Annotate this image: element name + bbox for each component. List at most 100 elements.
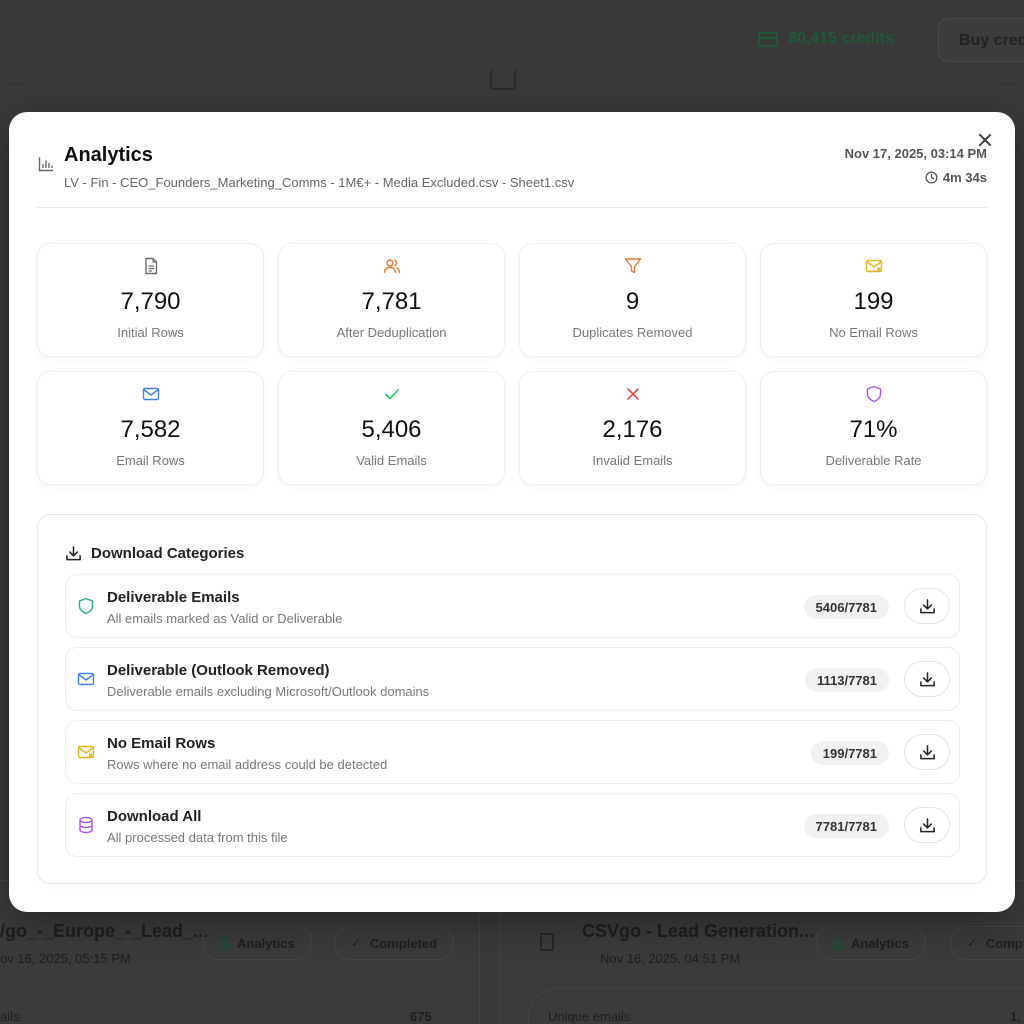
download-icon: [919, 598, 935, 613]
download-description: All emails marked as Valid or Deliverabl…: [107, 611, 343, 626]
download-description: Rows where no email address could be det…: [107, 757, 388, 772]
stat-value: 7,582: [120, 416, 181, 443]
job-card-right-status-badge: ✓ Compl: [950, 926, 1024, 960]
users-icon: [383, 259, 400, 274]
job-card-left-status-badge: ✓ Completed: [334, 926, 455, 960]
status-label: Completed: [369, 935, 438, 951]
job-card-left-date: ov 16, 2025, 05:15 PM: [0, 951, 131, 966]
download-categories-title: Download Categories: [91, 545, 245, 562]
analytics-label: Analytics: [851, 935, 909, 951]
analytics-label: Analytics: [237, 935, 295, 951]
status-label: Compl: [985, 935, 1024, 951]
clock-icon: [925, 171, 938, 184]
count-badge: 7781/7781: [803, 814, 889, 838]
job-card-left-stat-value: 675: [410, 1009, 432, 1024]
stat-label: Initial Rows: [117, 325, 184, 340]
stat-card-after-deduplication: 7,781 After Deduplication: [278, 243, 505, 357]
download-categories-panel: Download Categories Deliverable Emails A…: [37, 514, 987, 884]
download-title: Deliverable Emails: [107, 589, 240, 606]
stat-label: Deliverable Rate: [825, 453, 922, 468]
check-icon: ✓: [967, 935, 978, 950]
download-all-button[interactable]: [904, 807, 950, 843]
stats-grid: 7,790 Initial Rows 7,781 After Deduplica…: [37, 243, 987, 485]
file-name: LV - Fin - CEO_Founders_Marketing_Comms …: [64, 175, 575, 190]
filter-icon: [624, 258, 641, 274]
stat-value: 7,781: [361, 288, 422, 315]
download-description: All processed data from this file: [107, 830, 288, 845]
stat-label: Invalid Emails: [592, 453, 673, 468]
mail-x-icon: [865, 259, 882, 273]
job-card-right-stat-value: 1,: [1010, 1009, 1021, 1024]
file-icon: [540, 933, 554, 951]
stat-label: No Email Rows: [829, 325, 918, 340]
count-badge: 5406/7781: [803, 595, 889, 619]
modal-title: Analytics: [64, 144, 153, 166]
download-outlook-removed-button[interactable]: [904, 661, 950, 697]
x-icon: [626, 388, 639, 400]
stat-value: 199: [853, 288, 894, 315]
job-card-left-stat-label: ails:: [0, 1009, 24, 1024]
stat-card-deliverable-rate: 71% Deliverable Rate: [760, 371, 987, 485]
database-icon: [79, 816, 93, 834]
mail-x-icon: [77, 745, 95, 759]
mail-icon: [77, 672, 95, 686]
download-icon: [919, 744, 935, 759]
credit-card-icon: [758, 31, 778, 47]
download-title: Download All: [107, 808, 202, 825]
stat-card-no-email-rows: 199 No Email Rows: [760, 243, 987, 357]
stat-value: 7,790: [120, 288, 181, 315]
job-card-right-date: Nov 16, 2025, 04:51 PM: [600, 951, 741, 966]
processed-date: Nov 17, 2025, 03:14 PM: [844, 146, 987, 161]
stat-card-email-rows: 7,582 Email Rows: [37, 371, 264, 485]
bar-chart-icon: [38, 157, 53, 172]
stat-label: Duplicates Removed: [572, 325, 693, 340]
count-badge: 199/7781: [810, 741, 889, 765]
processing-duration: 4m 34s: [925, 170, 987, 185]
download-icon: [919, 817, 935, 832]
stat-card-valid-emails: 5,406 Valid Emails: [278, 371, 505, 485]
download-row-no-email: No Email Rows Rows where no email addres…: [65, 720, 960, 784]
analytics-modal: Analytics LV - Fin - CEO_Founders_Market…: [9, 112, 1015, 912]
download-description: Deliverable emails excluding Microsoft/O…: [107, 684, 430, 699]
shield-icon: [866, 385, 881, 403]
job-card-left-title: /go_-_Europe_-_Lead_...: [0, 921, 209, 941]
stat-card-initial-rows: 7,790 Initial Rows: [37, 243, 264, 357]
stat-label: After Deduplication: [336, 325, 447, 340]
job-card-right-analytics-button[interactable]: Analytics: [816, 926, 926, 960]
stat-value: 5,406: [361, 416, 422, 443]
download-deliverable-button[interactable]: [904, 588, 950, 624]
stat-value: 9: [625, 288, 640, 315]
duration-label: 4m 34s: [942, 170, 987, 185]
stat-value: 71%: [849, 416, 898, 443]
stat-label: Email Rows: [116, 453, 185, 468]
download-icon: [919, 671, 935, 686]
download-icon: [66, 546, 81, 561]
job-card-left-analytics-button[interactable]: Analytics: [202, 926, 312, 960]
download-row-all: Download All All processed data from thi…: [65, 793, 960, 857]
check-icon: [384, 389, 399, 400]
download-no-email-button[interactable]: [904, 734, 950, 770]
download-title: No Email Rows: [107, 735, 216, 752]
stat-card-duplicates-removed: 9 Duplicates Removed: [519, 243, 746, 357]
credits-indicator: 80,415 credits: [758, 30, 894, 48]
download-title: Deliverable (Outlook Removed): [107, 662, 330, 679]
stat-label: Valid Emails: [356, 453, 427, 468]
job-card-right-stat-label: Unique emails:: [548, 1009, 634, 1024]
credits-label: 80,415 credits: [788, 30, 894, 47]
download-row-deliverable: Deliverable Emails All emails marked as …: [65, 574, 960, 638]
download-row-outlook-removed: Deliverable (Outlook Removed) Deliverabl…: [65, 647, 960, 711]
check-icon: ✓: [351, 935, 362, 950]
stat-card-invalid-emails: 2,176 Invalid Emails: [519, 371, 746, 485]
shield-icon: [78, 597, 94, 615]
chart-icon: [833, 936, 843, 950]
file-icon: [144, 257, 157, 275]
buy-credits-button[interactable]: Buy cred: [938, 18, 1024, 62]
mail-icon: [142, 387, 159, 401]
stat-value: 2,176: [602, 416, 663, 443]
chart-icon: [219, 936, 229, 950]
download-categories-header: Download Categories: [65, 545, 244, 562]
upload-icon: [490, 70, 516, 90]
job-card-right-title: CSVgo - Lead Generation...: [582, 921, 815, 941]
count-badge: 1113/7781: [804, 668, 889, 692]
modal-header: Analytics LV - Fin - CEO_Founders_Market…: [37, 142, 987, 208]
